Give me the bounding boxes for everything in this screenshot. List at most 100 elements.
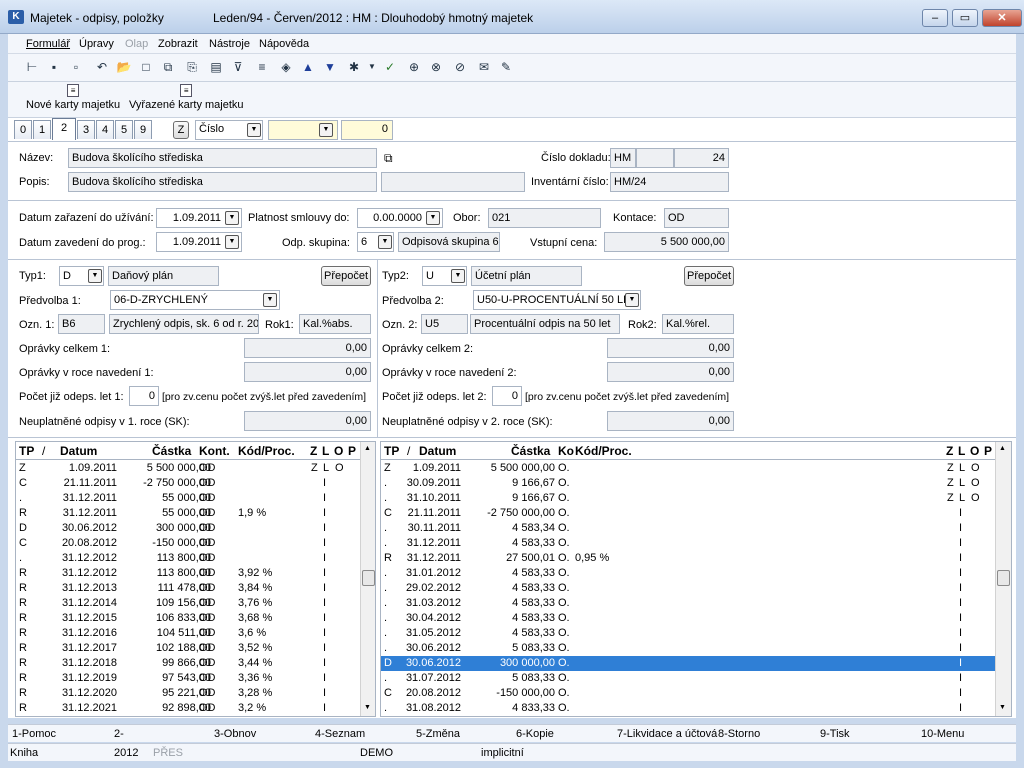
- popis-field[interactable]: Budova školícího střediska: [68, 172, 377, 192]
- opravky-celkem1-field[interactable]: 0,00: [244, 338, 371, 358]
- col-p[interactable]: P: [984, 444, 992, 458]
- col-sort[interactable]: /: [407, 444, 410, 458]
- col-ko[interactable]: Ko: [558, 444, 574, 458]
- fkey-10[interactable]: 10-Menu: [921, 728, 964, 740]
- binoculars-icon[interactable]: ⊕: [406, 59, 422, 75]
- tab-5[interactable]: 5: [115, 120, 133, 139]
- tab-0[interactable]: 0: [14, 120, 32, 139]
- col-z[interactable]: Z: [310, 444, 317, 458]
- vertical-scrollbar[interactable]: ▲ ▼: [360, 442, 375, 716]
- tab-1[interactable]: 1: [33, 120, 51, 139]
- col-p[interactable]: P: [348, 444, 356, 458]
- fkey-4[interactable]: 4-Seznam: [315, 728, 365, 740]
- menu-zobrazit[interactable]: Zobrazit: [158, 38, 198, 50]
- col-datum[interactable]: Datum: [419, 444, 456, 458]
- open-folder-icon[interactable]: 📂: [116, 59, 132, 75]
- table-row[interactable]: . 31.12.2011 55 000,00 OD I: [16, 491, 360, 506]
- table-row[interactable]: . 31.05.2012 4 583,33 O. I: [381, 626, 995, 641]
- tab-2[interactable]: 2: [52, 118, 76, 140]
- chevron-down-icon[interactable]: ▼: [426, 211, 440, 225]
- doc-number-field[interactable]: 24: [674, 148, 729, 168]
- col-kont[interactable]: Kont.: [199, 444, 230, 458]
- fkey-2[interactable]: 2-: [114, 728, 124, 740]
- fkey-7[interactable]: 7-Likvidace a účtová: [617, 728, 717, 740]
- pocet-let1-field[interactable]: 0: [129, 386, 159, 406]
- new-cards-button[interactable]: ≡ Nové karty majetku: [26, 84, 120, 111]
- obor-field[interactable]: 021: [488, 208, 601, 228]
- col-tp[interactable]: TP: [384, 444, 399, 458]
- chevron-down-icon[interactable]: ▼: [319, 123, 333, 137]
- menu-formular[interactable]: Formulář: [26, 38, 70, 50]
- table-row[interactable]: . 31.01.2012 4 583,33 O. I: [381, 566, 995, 581]
- table-row[interactable]: R 31.12.2011 55 000,00 OD 1,9 % I: [16, 506, 360, 521]
- chevron-down-icon[interactable]: ▼: [225, 235, 239, 249]
- kontace-field[interactable]: OD: [664, 208, 729, 228]
- ozn2-field[interactable]: U5: [421, 314, 468, 334]
- inv-cislo-field[interactable]: HM/24: [610, 172, 729, 192]
- doc-period-field[interactable]: [636, 148, 674, 168]
- sort-value-field[interactable]: 0: [341, 120, 393, 140]
- save-as-icon[interactable]: ▫: [68, 59, 84, 75]
- prepocet1-button[interactable]: Přepočet: [321, 266, 371, 286]
- fkey-5[interactable]: 5-Změna: [416, 728, 460, 740]
- mail-icon[interactable]: ✉: [476, 59, 492, 75]
- new-record-icon[interactable]: ✱: [346, 59, 362, 75]
- table-row[interactable]: R 31.12.2015 106 833,00 OD 3,68 % I: [16, 611, 360, 626]
- table-row[interactable]: R 31.12.2019 97 543,00 OD 3,36 % I: [16, 671, 360, 686]
- fkey-1[interactable]: 1-Pomoc: [12, 728, 56, 740]
- odpisy-grid-2[interactable]: TP / Datum Částka Ko Kód/Proc. Z L O P Z…: [380, 441, 1012, 717]
- table-row[interactable]: R 31.12.2021 92 898,00 OD 3,2 % I: [16, 701, 360, 716]
- tab-9[interactable]: 9: [134, 120, 152, 139]
- table-row[interactable]: R 31.12.2017 102 188,00 OD 3,52 % I: [16, 641, 360, 656]
- save-icon[interactable]: ▪: [46, 59, 62, 75]
- menu-upravy[interactable]: Úpravy: [79, 38, 114, 50]
- table-row[interactable]: . 31.12.2011 4 583,33 O. I: [381, 536, 995, 551]
- nazev-field[interactable]: Budova školícího střediska: [68, 148, 377, 168]
- table-row[interactable]: R 31.12.2011 27 500,01 O. 0,95 % I: [381, 551, 995, 566]
- arrow-down-icon[interactable]: ▼: [322, 59, 338, 75]
- book-icon[interactable]: ▤: [208, 59, 224, 75]
- col-l[interactable]: L: [322, 444, 329, 458]
- table-row[interactable]: R 31.12.2018 99 866,00 OD 3,44 % I: [16, 656, 360, 671]
- table-row[interactable]: Z 1.09.2011 5 500 000,00 O. Z L O: [381, 461, 995, 476]
- table-row[interactable]: R 31.12.2020 95 221,00 OD 3,28 % I: [16, 686, 360, 701]
- col-tp[interactable]: TP: [19, 444, 34, 458]
- col-sort[interactable]: /: [42, 444, 45, 458]
- vstupni-cena-field[interactable]: 5 500 000,00: [604, 232, 729, 252]
- opravky-celkem2-field[interactable]: 0,00: [607, 338, 734, 358]
- pocet-let2-field[interactable]: 0: [492, 386, 522, 406]
- z-sort-button[interactable]: Z: [173, 121, 189, 139]
- table-row[interactable]: D 30.06.2012 300 000,00 O. I: [381, 656, 995, 671]
- chevron-down-icon[interactable]: ▼: [625, 293, 639, 307]
- chevron-down-icon[interactable]: ▼: [378, 235, 392, 249]
- col-castka[interactable]: Částka: [152, 444, 191, 458]
- col-l[interactable]: L: [958, 444, 965, 458]
- table-row[interactable]: C 21.11.2011 -2 750 000,00 OD I: [16, 476, 360, 491]
- ozn1-field[interactable]: B6: [58, 314, 105, 334]
- menu-nastroje[interactable]: Nástroje: [209, 38, 250, 50]
- scroll-down-icon[interactable]: ▼: [364, 704, 371, 711]
- vertical-scrollbar[interactable]: ▲ ▼: [995, 442, 1011, 716]
- opravky-roce2-field[interactable]: 0,00: [607, 362, 734, 382]
- removed-cards-button[interactable]: ≡ Vyřazené karty majetku: [129, 84, 244, 111]
- minimize-button[interactable]: –: [922, 9, 948, 27]
- table-row[interactable]: Z 1.09.2011 5 500 000,00 OD Z L O: [16, 461, 360, 476]
- maximize-button[interactable]: ▭: [952, 9, 978, 27]
- table-row[interactable]: . 30.09.2011 9 166,67 O. Z L O: [381, 476, 995, 491]
- table-row[interactable]: D 30.06.2012 300 000,00 OD I: [16, 521, 360, 536]
- paste-icon[interactable]: ⎘: [184, 59, 200, 75]
- filter-list-icon[interactable]: ≡: [254, 59, 270, 75]
- table-row[interactable]: C 20.08.2012 -150 000,00 O. I: [381, 686, 995, 701]
- table-row[interactable]: C 21.11.2011 -2 750 000,00 O. I: [381, 506, 995, 521]
- tab-4[interactable]: 4: [96, 120, 114, 139]
- chevron-down-icon[interactable]: ▼: [247, 123, 261, 137]
- col-kod-proc[interactable]: Kód/Proc.: [575, 444, 632, 458]
- table-row[interactable]: . 31.03.2012 4 583,33 O. I: [381, 596, 995, 611]
- col-kod-proc[interactable]: Kód/Proc.: [238, 444, 295, 458]
- table-row[interactable]: . 31.12.2012 113 800,00 OD I: [16, 551, 360, 566]
- rok1-field[interactable]: Kal.%abs.: [299, 314, 371, 334]
- table-row[interactable]: . 31.08.2012 4 833,33 O. I: [381, 701, 995, 716]
- new-document-icon[interactable]: □: [138, 59, 154, 75]
- col-castka[interactable]: Částka: [511, 444, 550, 458]
- undo-icon[interactable]: ↶: [94, 59, 110, 75]
